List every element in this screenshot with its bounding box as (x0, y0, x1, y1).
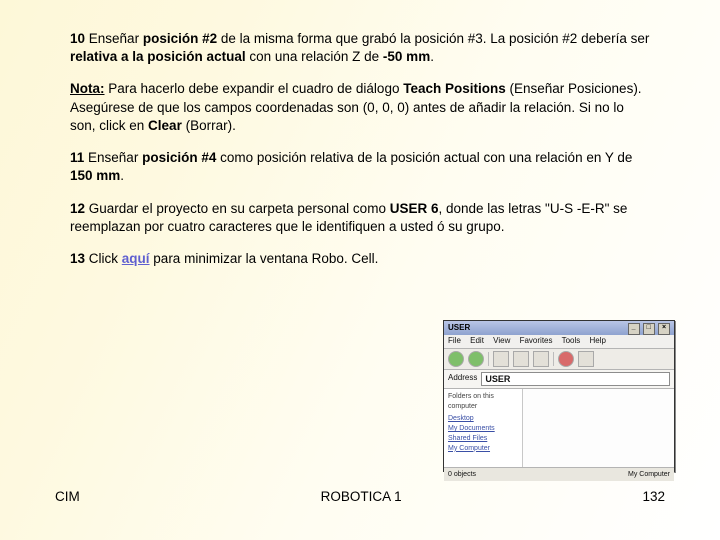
side-link[interactable]: Shared Files (448, 434, 518, 444)
window-menubar: File Edit View Favorites Tools Help (444, 335, 674, 349)
embedded-window: USER _ □ × File Edit View Favorites Tool… (443, 320, 675, 472)
back-icon[interactable] (448, 351, 464, 367)
status-bar: 0 objects My Computer (444, 467, 674, 481)
side-panel: Folders on this computer Desktop My Docu… (444, 389, 523, 467)
side-link[interactable]: My Computer (448, 444, 518, 454)
step-10: 10 Enseñar posición #2 de la misma forma… (70, 30, 650, 66)
address-label: Address (448, 373, 477, 384)
separator (553, 352, 554, 366)
footer-center: ROBOTICA 1 (321, 488, 402, 506)
step-num: 12 (70, 201, 85, 216)
window-body: Folders on this computer Desktop My Docu… (444, 389, 674, 467)
footer-right: 132 (642, 488, 665, 506)
window-title: USER (448, 323, 470, 334)
search-icon[interactable] (513, 351, 529, 367)
window-buttons: _ □ × (627, 322, 670, 335)
note: Nota: Para hacerlo debe expandir el cuad… (70, 80, 650, 135)
separator (488, 352, 489, 366)
aqui-link[interactable]: aquí (122, 251, 150, 266)
step-12: 12 Guardar el proyecto en su carpeta per… (70, 200, 650, 236)
address-input[interactable]: USER (481, 372, 670, 386)
footer-left: CIM (55, 488, 80, 506)
window-titlebar: USER _ □ × (444, 321, 674, 335)
step-num: 13 (70, 251, 85, 266)
side-header: Folders on this computer (448, 392, 518, 412)
slide-footer: CIM ROBOTICA 1 132 (0, 488, 720, 506)
menu-item[interactable]: Favorites (520, 336, 553, 345)
maximize-icon[interactable]: □ (643, 323, 655, 335)
menu-item[interactable]: Tools (562, 336, 581, 345)
step-num: 11 (70, 150, 84, 165)
note-lead: Nota: (70, 81, 105, 96)
window-toolbar (444, 349, 674, 370)
slide-body: 10 Enseñar posición #2 de la misma forma… (0, 0, 720, 268)
close-icon[interactable]: × (658, 323, 670, 335)
step-num: 10 (70, 31, 85, 46)
menu-item[interactable]: Help (590, 336, 606, 345)
stop-icon[interactable] (558, 351, 574, 367)
folder-view[interactable] (523, 389, 674, 467)
minimize-icon[interactable]: _ (628, 323, 640, 335)
address-bar: Address USER (444, 370, 674, 389)
step-11: 11 Enseñar posición #4 como posición rel… (70, 149, 650, 185)
up-icon[interactable] (493, 351, 509, 367)
menu-item[interactable]: Edit (470, 336, 484, 345)
menu-item[interactable]: View (493, 336, 510, 345)
folders-icon[interactable] (533, 351, 549, 367)
views-icon[interactable] (578, 351, 594, 367)
forward-icon[interactable] (468, 351, 484, 367)
side-link[interactable]: My Documents (448, 424, 518, 434)
menu-item[interactable]: File (448, 336, 461, 345)
side-link[interactable]: Desktop (448, 414, 518, 424)
step-13: 13 Click aquí para minimizar la ventana … (70, 250, 650, 268)
